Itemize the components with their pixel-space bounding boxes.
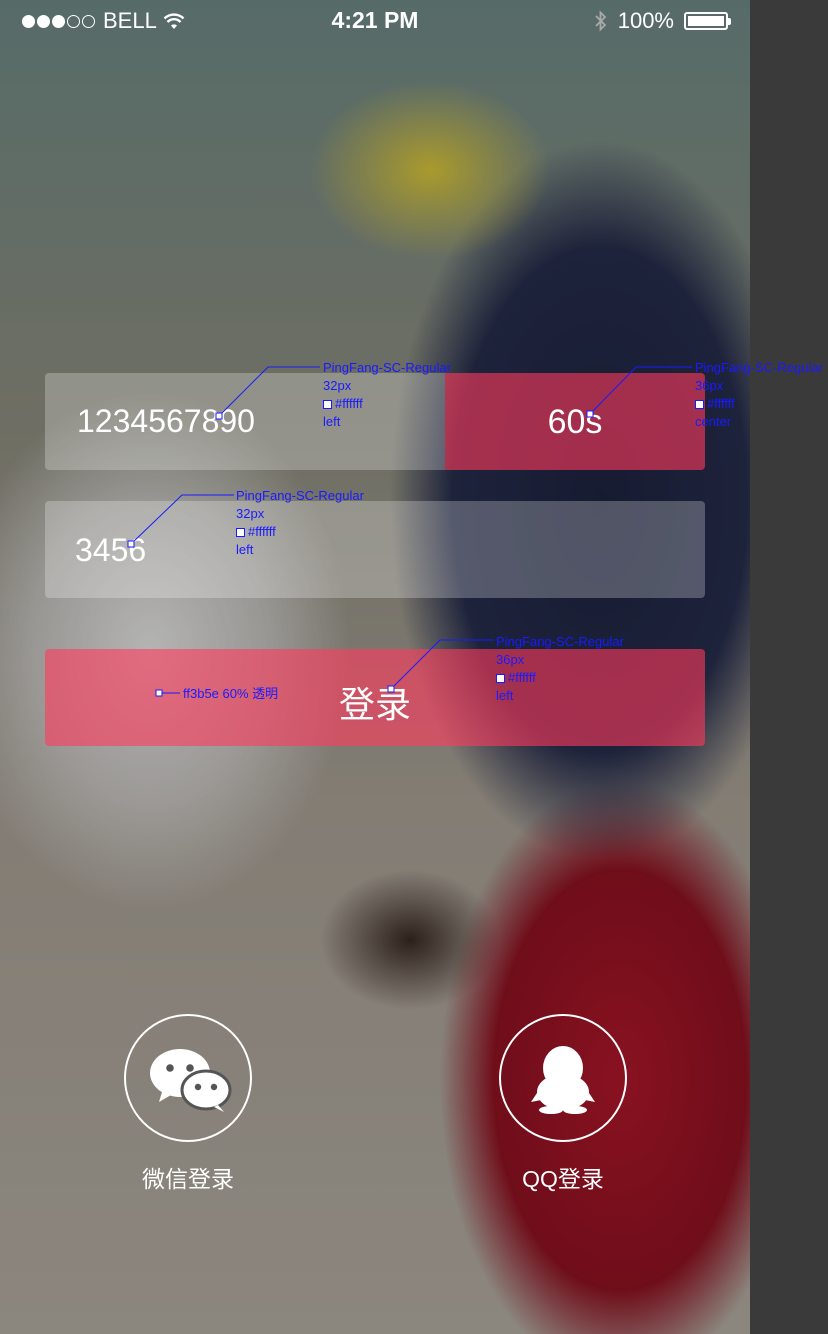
phone-annotation: PingFang-SC-Regular 32px #ffffff left (323, 360, 451, 429)
code-annotation: PingFang-SC-Regular 32px #ffffff left (236, 488, 364, 557)
login-annotation: PingFang-SC-Regular 36px #ffffff left (496, 634, 624, 703)
annotation-lines (127, 366, 692, 697)
countdown-annotation: PingFang-SC-Regular 36px #ffffff center (695, 360, 823, 429)
button-fill-annotation: ff3b5e 60% 透明 (183, 686, 279, 701)
